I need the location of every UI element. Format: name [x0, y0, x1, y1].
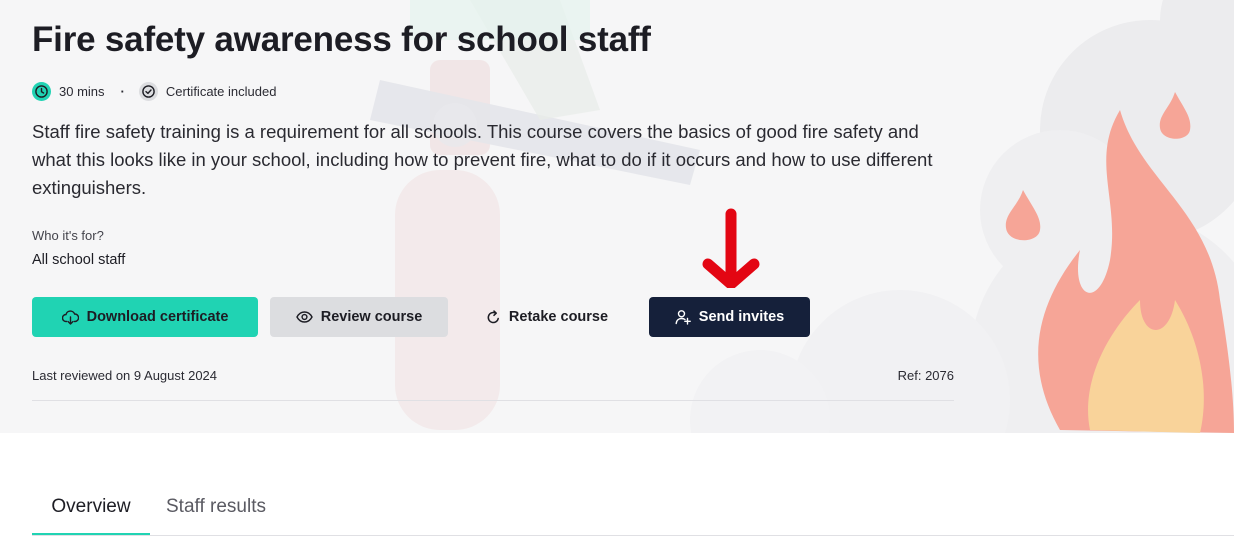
- meta-separator: ·: [120, 83, 125, 99]
- arrow-down-icon: [702, 208, 760, 288]
- eye-icon: [295, 311, 313, 323]
- course-ref: Ref: 2076: [897, 368, 954, 383]
- header-divider: [32, 400, 954, 401]
- refresh-icon: [486, 309, 501, 325]
- tab-staff-results[interactable]: Staff results: [166, 480, 266, 536]
- review-course-button[interactable]: Review course: [270, 297, 448, 337]
- download-certificate-label: Download certificate: [86, 309, 229, 325]
- course-description: Staff fire safety training is a requirem…: [32, 121, 933, 198]
- send-invites-button[interactable]: Send invites: [649, 297, 810, 337]
- review-course-label: Review course: [320, 309, 423, 325]
- course-meta: 30 mins · Certificate included: [32, 80, 276, 102]
- course-tabs: Overview Staff results: [32, 480, 1234, 536]
- user-add-icon: [675, 309, 691, 325]
- page-title: Fire safety awareness for school staff: [32, 20, 651, 59]
- tabs-divider: [32, 535, 1234, 536]
- retake-course-button[interactable]: Retake course: [472, 297, 622, 337]
- duration-text: 30 mins: [59, 83, 105, 99]
- retake-course-label: Retake course: [508, 309, 609, 325]
- clock-icon: [32, 81, 51, 101]
- certificate-text: Certificate included: [165, 83, 277, 99]
- last-reviewed-text: Last reviewed on 9 August 2024: [32, 368, 218, 383]
- tab-overview[interactable]: Overview: [32, 480, 150, 536]
- check-circle-icon: [138, 81, 158, 101]
- audience-value: All school staff: [32, 252, 126, 268]
- send-invites-label: Send invites: [698, 309, 785, 325]
- cloud-download-icon: [61, 309, 79, 325]
- audience-label: Who it's for?: [32, 228, 104, 243]
- download-certificate-button[interactable]: Download certificate: [32, 297, 258, 337]
